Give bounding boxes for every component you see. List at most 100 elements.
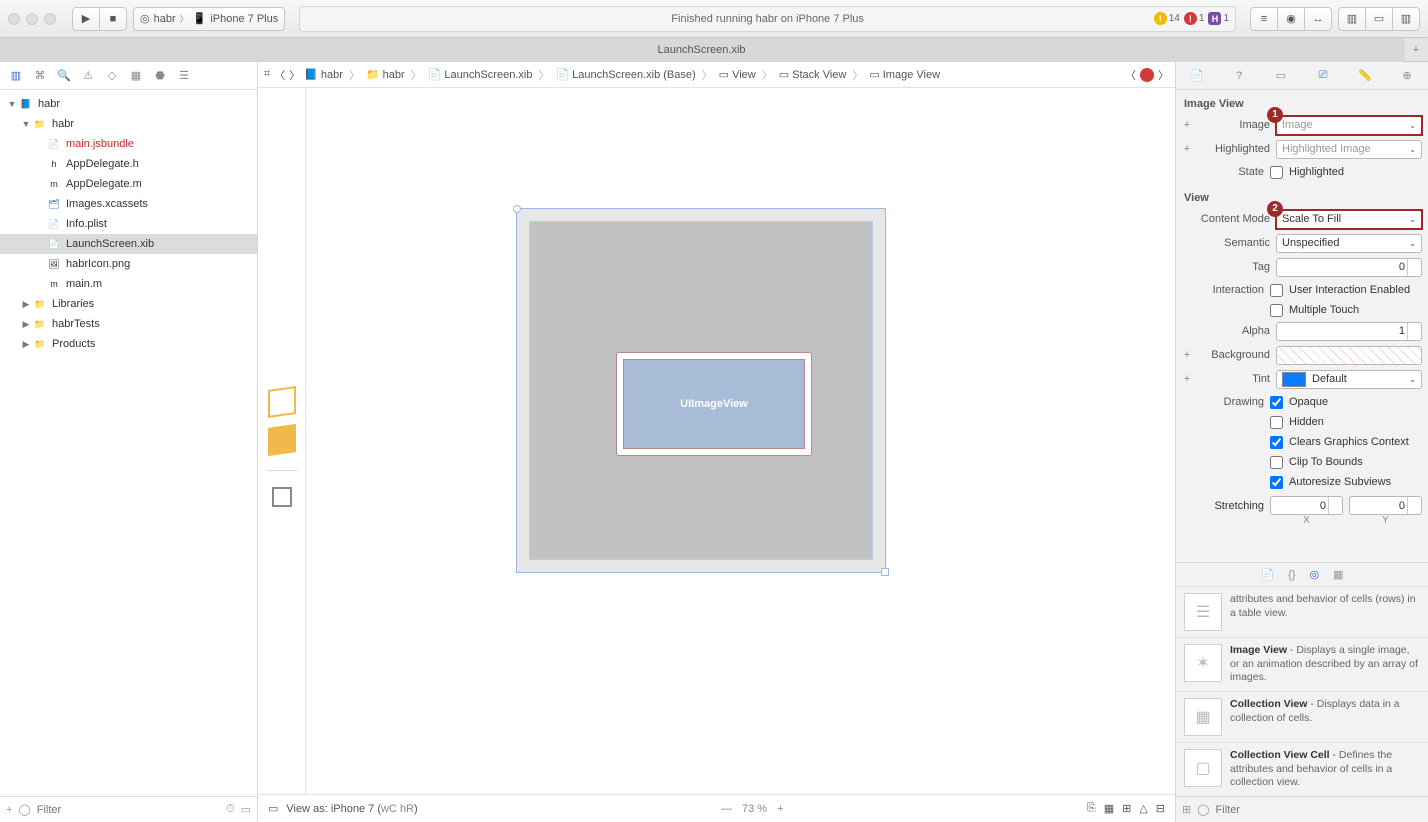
opaque-checkbox[interactable] bbox=[1270, 396, 1283, 409]
library-filter-input[interactable] bbox=[1216, 804, 1422, 816]
state-highlighted-checkbox[interactable] bbox=[1270, 166, 1283, 179]
jump-seg[interactable]: ▭Image View bbox=[869, 68, 940, 81]
attributes-inspector-icon[interactable]: ⎚ bbox=[1312, 69, 1334, 82]
zoom-level[interactable]: 73 % bbox=[742, 803, 767, 815]
jump-seg[interactable]: ▭Stack View bbox=[779, 68, 847, 81]
help-inspector-icon[interactable]: ? bbox=[1228, 70, 1250, 82]
library-item[interactable]: ✶ Image View - Displays a single image, … bbox=[1176, 637, 1428, 691]
jump-seg[interactable]: 📄LaunchScreen.xib (Base) bbox=[555, 68, 695, 81]
tint-combo[interactable]: Default⌄ bbox=[1276, 370, 1422, 389]
file-template-lib-icon[interactable]: 📄 bbox=[1260, 568, 1274, 581]
root-view[interactable]: UIImageView bbox=[529, 221, 873, 560]
zoom-in-button[interactable]: + bbox=[777, 803, 783, 815]
tree-file[interactable]: hAppDelegate.h bbox=[0, 154, 257, 174]
tag-stepper[interactable]: 0 bbox=[1276, 258, 1422, 277]
placeholder-cube-icon[interactable] bbox=[268, 386, 296, 418]
tree-group[interactable]: ▶📁Libraries bbox=[0, 294, 257, 314]
semantic-combo[interactable]: Unspecified⌄ bbox=[1276, 234, 1422, 253]
image-combo[interactable]: 1 Image⌄ bbox=[1276, 116, 1422, 135]
add-trait-button[interactable]: + bbox=[1182, 373, 1192, 385]
pin-button[interactable]: ⊞ bbox=[1122, 802, 1131, 815]
find-navigator-icon[interactable]: 🔍 bbox=[54, 66, 74, 86]
tree-file[interactable]: 📄main.jsbundle bbox=[0, 134, 257, 154]
tree-group[interactable]: ▶📁Products bbox=[0, 334, 257, 354]
add-trait-button[interactable]: + bbox=[1182, 349, 1192, 361]
stretch-y-stepper[interactable]: 0 bbox=[1349, 496, 1422, 515]
view-as-label[interactable]: View as: iPhone 7 (wC hR) bbox=[286, 803, 417, 815]
jump-seg[interactable]: 📄LaunchScreen.xib bbox=[428, 68, 533, 81]
stop-button[interactable]: ■ bbox=[99, 7, 127, 31]
library-item[interactable]: ▦ Collection View - Displays data in a c… bbox=[1176, 691, 1428, 742]
next-issue-button[interactable]: 〉 bbox=[1158, 67, 1169, 83]
report-navigator-icon[interactable]: ☰ bbox=[174, 66, 194, 86]
toggle-inspector-button[interactable]: ▥ bbox=[1392, 7, 1420, 31]
resize-handle-icon[interactable] bbox=[881, 568, 889, 576]
scene-cube-icon[interactable] bbox=[268, 424, 296, 456]
stack-button[interactable]: ⊟ bbox=[1156, 802, 1165, 815]
toggle-navigator-button[interactable]: ▥ bbox=[1338, 7, 1366, 31]
zoom-window-icon[interactable] bbox=[44, 13, 56, 25]
add-trait-button[interactable]: + bbox=[1182, 119, 1192, 131]
new-tab-button[interactable]: + bbox=[1404, 44, 1428, 56]
file-inspector-icon[interactable]: 📄 bbox=[1186, 69, 1208, 82]
ib-canvas[interactable]: UIImageView bbox=[306, 88, 1175, 794]
forward-button[interactable]: 〉 bbox=[289, 67, 300, 83]
assistant-editor-button[interactable]: ◉ bbox=[1277, 7, 1305, 31]
tree-project[interactable]: ▼📘habr bbox=[0, 94, 257, 114]
outline-toggle-icon[interactable]: ▭ bbox=[268, 802, 278, 815]
add-button[interactable]: + bbox=[6, 804, 12, 816]
resolve-button[interactable]: △ bbox=[1139, 802, 1147, 815]
tree-group[interactable]: ▼📁habr bbox=[0, 114, 257, 134]
tree-file[interactable]: 🖼habrIcon.png bbox=[0, 254, 257, 274]
jump-seg[interactable]: 📁habr bbox=[366, 68, 405, 81]
resize-handle-icon[interactable] bbox=[513, 205, 521, 213]
related-items-icon[interactable]: ⌗ bbox=[264, 68, 270, 81]
alpha-stepper[interactable]: 1 bbox=[1276, 322, 1422, 341]
prev-issue-button[interactable]: 〈 bbox=[1125, 67, 1136, 83]
clip-bounds-checkbox[interactable] bbox=[1270, 456, 1283, 469]
content-mode-combo[interactable]: 2 Scale To Fill⌄ bbox=[1276, 210, 1422, 229]
object-lib-icon[interactable]: ◎ bbox=[1310, 568, 1320, 581]
tab-launchscreen[interactable]: LaunchScreen.xib bbox=[0, 38, 1404, 62]
code-snippet-lib-icon[interactable]: {} bbox=[1288, 569, 1295, 581]
tree-group[interactable]: ▶📁habrTests bbox=[0, 314, 257, 334]
analyze-badge[interactable]: H1 bbox=[1208, 12, 1229, 25]
test-navigator-icon[interactable]: ◇ bbox=[102, 66, 122, 86]
toggle-debug-button[interactable]: ▭ bbox=[1365, 7, 1393, 31]
align-button[interactable]: ▦ bbox=[1104, 802, 1114, 815]
minimize-window-icon[interactable] bbox=[26, 13, 38, 25]
grid-toggle-icon[interactable]: ⊞ bbox=[1182, 803, 1191, 816]
error-badge[interactable]: !1 bbox=[1184, 12, 1205, 25]
tree-file[interactable]: 📄Info.plist bbox=[0, 214, 257, 234]
clears-graphics-checkbox[interactable] bbox=[1270, 436, 1283, 449]
project-navigator-icon[interactable]: ▥ bbox=[6, 66, 26, 86]
uiimageview-element[interactable]: UIImageView bbox=[616, 352, 812, 456]
tree-file-selected[interactable]: 📄LaunchScreen.xib bbox=[0, 234, 257, 254]
background-color-well[interactable] bbox=[1276, 346, 1422, 365]
tree-file[interactable]: mmain.m bbox=[0, 274, 257, 294]
user-interaction-checkbox[interactable] bbox=[1270, 284, 1283, 297]
issue-navigator-icon[interactable]: ⚠ bbox=[78, 66, 98, 86]
tree-file[interactable]: 🗂Images.xcassets bbox=[0, 194, 257, 214]
scheme-selector[interactable]: ◎ habr 〉 📱 iPhone 7 Plus bbox=[133, 7, 285, 31]
hidden-checkbox[interactable] bbox=[1270, 416, 1283, 429]
warning-badge[interactable]: !14 bbox=[1154, 12, 1180, 25]
connections-inspector-icon[interactable]: ⊕ bbox=[1396, 69, 1418, 82]
breakpoint-navigator-icon[interactable]: ⬣ bbox=[150, 66, 170, 86]
recent-filter-icon[interactable]: ⏱ bbox=[226, 803, 235, 816]
symbol-navigator-icon[interactable]: ⌘ bbox=[30, 66, 50, 86]
autoresize-checkbox[interactable] bbox=[1270, 476, 1283, 489]
multiple-touch-checkbox[interactable] bbox=[1270, 304, 1283, 317]
scm-filter-icon[interactable]: ▭ bbox=[241, 803, 251, 816]
navigator-filter-input[interactable] bbox=[37, 804, 220, 816]
jump-seg[interactable]: 📘habr bbox=[304, 68, 343, 81]
issue-indicator-icon[interactable] bbox=[1140, 68, 1154, 82]
embed-button[interactable]: ⎘ bbox=[1087, 802, 1096, 815]
library-item[interactable]: ☰ attributes and behavior of cells (rows… bbox=[1176, 586, 1428, 637]
back-button[interactable]: 〈 bbox=[274, 67, 285, 83]
jump-seg[interactable]: ▭View bbox=[719, 68, 756, 81]
stretch-x-stepper[interactable]: 0 bbox=[1270, 496, 1343, 515]
size-inspector-icon[interactable]: 📏 bbox=[1354, 69, 1376, 82]
identity-inspector-icon[interactable]: ▭ bbox=[1270, 69, 1292, 82]
run-button[interactable]: ▶ bbox=[72, 7, 100, 31]
